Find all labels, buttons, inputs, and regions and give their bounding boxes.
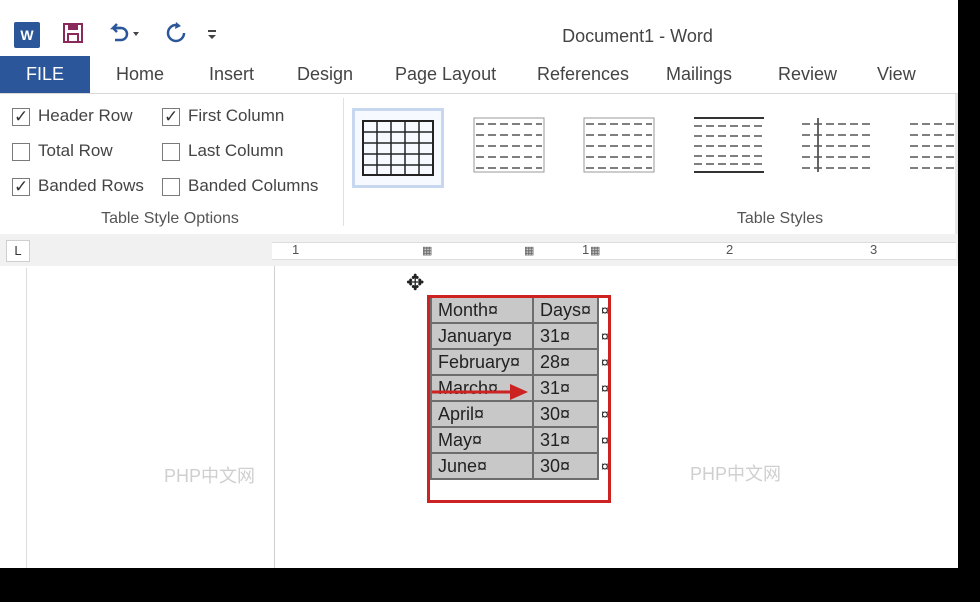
column-marker-icon[interactable]: ▦ bbox=[422, 244, 432, 257]
tab-mailings[interactable]: Mailings bbox=[666, 56, 732, 93]
table-move-handle-icon[interactable]: ✥ bbox=[406, 270, 424, 296]
tab-design[interactable]: Design bbox=[297, 56, 353, 93]
red-arrow-icon bbox=[432, 384, 528, 400]
top-strip bbox=[0, 0, 958, 14]
table-style-grid[interactable] bbox=[352, 108, 444, 188]
table-style-plain-2[interactable] bbox=[576, 108, 662, 182]
ruler-number: 3 bbox=[870, 242, 878, 257]
window-title: Document1 - Word bbox=[562, 26, 713, 46]
ribbon: Header Row First Column Total Row Last C… bbox=[0, 93, 958, 235]
vertical-ruler[interactable] bbox=[8, 268, 27, 568]
table-style-plain-5[interactable] bbox=[902, 108, 954, 182]
tab-view[interactable]: View bbox=[877, 56, 916, 93]
bottom-border bbox=[0, 568, 980, 602]
tab-review[interactable]: Review bbox=[778, 56, 837, 93]
ruler-row: L 1 ▦ ▦ 1 ▦ 2 3 bbox=[0, 234, 958, 266]
column-marker-icon[interactable]: ▦ bbox=[524, 244, 534, 257]
group-separator bbox=[343, 98, 344, 226]
page-margin-line bbox=[274, 266, 275, 568]
right-border bbox=[958, 0, 980, 602]
watermark: PHP中文网 bbox=[164, 466, 256, 486]
tab-home[interactable]: Home bbox=[116, 56, 164, 93]
ruler-number: 2 bbox=[726, 242, 734, 257]
tab-references[interactable]: References bbox=[537, 56, 629, 93]
table-style-plain-3[interactable] bbox=[686, 108, 772, 182]
table-style-plain-1[interactable] bbox=[466, 108, 552, 182]
tab-insert[interactable]: Insert bbox=[209, 56, 254, 93]
customize-icon[interactable] bbox=[202, 22, 222, 48]
redo-icon[interactable] bbox=[162, 22, 190, 48]
last-column-checkbox[interactable] bbox=[162, 143, 180, 161]
ruler-number: 1 bbox=[292, 242, 300, 257]
ruler-number: 1 bbox=[582, 242, 590, 257]
save-icon[interactable] bbox=[60, 22, 86, 48]
watermark: PHP中文网 bbox=[690, 464, 782, 484]
tab-file[interactable]: FILE bbox=[0, 56, 90, 93]
first-column-checkbox[interactable] bbox=[162, 105, 180, 129]
word-logo-icon: W bbox=[14, 22, 40, 48]
header-row-checkbox[interactable] bbox=[12, 105, 30, 129]
table-style-options-label: Table Style Options bbox=[101, 210, 239, 227]
table-styles-label: Table Styles bbox=[736, 210, 824, 227]
tab-page-layout[interactable]: Page Layout bbox=[395, 56, 496, 93]
tab-selector[interactable]: L bbox=[6, 240, 30, 262]
column-marker-icon[interactable]: ▦ bbox=[590, 244, 600, 257]
undo-icon[interactable] bbox=[104, 22, 144, 48]
total-row-checkbox[interactable] bbox=[12, 143, 30, 161]
horizontal-ruler[interactable]: 1 ▦ ▦ 1 ▦ 2 3 bbox=[272, 242, 956, 260]
table-style-plain-4[interactable] bbox=[794, 108, 880, 182]
banded-columns-checkbox[interactable] bbox=[162, 178, 180, 196]
banded-rows-checkbox[interactable] bbox=[12, 175, 30, 199]
